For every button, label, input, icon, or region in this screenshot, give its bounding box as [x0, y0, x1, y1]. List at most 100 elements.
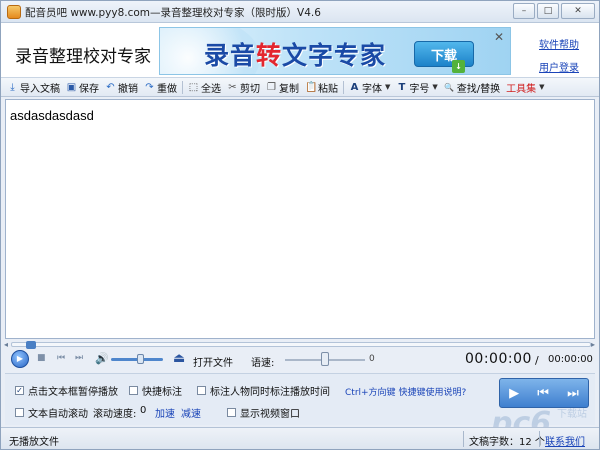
next-icon[interactable]: ⏭ — [75, 353, 83, 363]
minimize-button[interactable]: – — [513, 3, 535, 19]
cut-button[interactable]: ✂ 剪切 — [224, 80, 263, 95]
transcript-text[interactable]: asdasdasdasd — [10, 108, 94, 123]
show-video-label: 显示视频窗口 — [240, 409, 300, 420]
paste-button[interactable]: 📋 粘贴 — [302, 80, 341, 95]
stop-icon[interactable]: ■ — [37, 353, 46, 363]
quick-mark-checkbox[interactable] — [129, 386, 138, 395]
import-button[interactable]: ⤓ 导入文稿 — [4, 80, 63, 95]
app-icon — [7, 5, 21, 19]
status-divider — [539, 431, 540, 447]
redo-label: 重做 — [157, 83, 177, 95]
font-label: 字体 — [362, 83, 382, 95]
font-size-button[interactable]: T 字号 ▼ — [393, 80, 440, 95]
redo-icon: ↷ — [145, 81, 154, 93]
transcript-editor[interactable]: asdasdasdasd — [5, 99, 595, 339]
ad-banner[interactable]: 录音转文字专家 下载 ↓ ✕ — [159, 27, 511, 75]
time-separator: / — [535, 354, 539, 367]
pause-on-click-checkbox[interactable]: ✓ — [15, 386, 24, 395]
mark-speaker-time-checkbox[interactable] — [197, 386, 206, 395]
find-replace-label: 查找/替换 — [456, 83, 501, 95]
help-link[interactable]: 软件帮助 — [539, 36, 579, 51]
previous-icon[interactable]: ⏮ — [57, 353, 65, 363]
banner-close-icon[interactable]: ✕ — [494, 30, 504, 44]
quick-mark-label: 快捷标注 — [142, 387, 182, 398]
pause-on-click-option[interactable]: ✓ 点击文本框暂停播放 — [15, 383, 118, 398]
player-controls: ▶ ■ ⏮ ⏭ 🔊 ⏏ 打开文件 语速: 0 00:00:00 / 00:00:… — [5, 349, 595, 371]
redo-button[interactable]: ↷ 重做 — [141, 80, 180, 95]
show-video-checkbox[interactable] — [227, 408, 236, 417]
undo-label: 撤销 — [118, 83, 138, 95]
font-size-dropdown-icon: ▼ — [432, 83, 438, 91]
pause-on-click-label: 点击文本框暂停播放 — [28, 387, 118, 398]
scroll-speed-value: 0 — [140, 405, 147, 416]
toolbar: ⤓ 导入文稿 ▣ 保存 ↶ 撤销 ↷ 重做 ⬚ 全选 ✂ 剪切 ❐ 复制 📋 粘… — [1, 78, 599, 97]
mark-speaker-time-option[interactable]: 标注人物同时标注播放时间 — [197, 383, 330, 398]
undo-icon: ↶ — [106, 81, 115, 93]
total-time: 00:00:00 — [548, 354, 593, 365]
undo-button[interactable]: ↶ 撤销 — [102, 80, 141, 95]
app-name: 录音整理校对专家 — [15, 47, 151, 67]
speed-up-link[interactable]: 加速 — [155, 405, 175, 420]
font-size-icon: T — [398, 81, 406, 93]
font-dropdown-icon: ▼ — [385, 83, 391, 91]
volume-icon[interactable]: 🔊 — [95, 352, 109, 365]
seek-thumb[interactable] — [26, 341, 36, 349]
save-label: 保存 — [79, 83, 99, 95]
save-button[interactable]: ▣ 保存 — [63, 80, 102, 95]
banner-title-highlight: 转 — [256, 41, 283, 70]
find-replace-button[interactable]: 🔍 查找/替换 — [441, 80, 503, 95]
auto-scroll-label: 文本自动滚动 — [28, 409, 88, 420]
window-controls: – □ ✕ — [513, 3, 595, 19]
contact-us-link[interactable]: 联系我们 — [545, 433, 585, 448]
show-video-option[interactable]: 显示视频窗口 — [227, 405, 300, 420]
volume-thumb[interactable] — [137, 354, 144, 364]
paste-label: 粘贴 — [318, 83, 338, 95]
word-count: 文稿字数：12 个 — [469, 437, 545, 448]
paste-icon: 📋 — [305, 81, 318, 93]
font-size-label: 字号 — [409, 83, 430, 95]
eject-icon[interactable]: ⏏ — [173, 351, 185, 366]
maximize-button[interactable]: □ — [537, 3, 559, 19]
login-link[interactable]: 用户登录 — [539, 59, 579, 74]
hotkey-help[interactable]: Ctrl+方向键 快捷键使用说明? — [345, 385, 466, 398]
main-window: 配音员吧 www.pyy8.com—录音整理校对专家（限时版）V4.6 – □ … — [0, 0, 600, 450]
auto-scroll-option[interactable]: 文本自动滚动 — [15, 405, 88, 420]
copy-icon: ❐ — [267, 81, 276, 93]
close-button[interactable]: ✕ — [561, 3, 595, 19]
import-icon: ⤓ — [10, 81, 15, 93]
auto-scroll-checkbox[interactable] — [15, 408, 24, 417]
play-button[interactable]: ▶ — [11, 350, 29, 368]
cut-icon: ✂ — [228, 81, 237, 93]
seek-left-icon[interactable]: ◂ — [4, 340, 8, 349]
seek-bar[interactable] — [11, 341, 591, 349]
seek-right-icon[interactable]: ▸ — [591, 340, 595, 349]
speech-rate-label: 语速: — [251, 358, 275, 369]
window-title: 配音员吧 www.pyy8.com—录音整理校对专家（限时版）V4.6 — [25, 7, 321, 19]
find-replace-icon: 🔍 — [444, 82, 455, 92]
scroll-speed-label: 滚动速度: — [93, 409, 137, 420]
title-bar: 配音员吧 www.pyy8.com—录音整理校对专家（限时版）V4.6 – □ … — [1, 1, 599, 23]
font-button[interactable]: A 字体 ▼ — [346, 80, 393, 95]
select-all-icon: ⬚ — [188, 81, 199, 93]
toolbar-divider — [343, 80, 344, 94]
toolset-label: 工具集 — [506, 83, 537, 95]
download-button[interactable]: 下载 — [414, 41, 474, 67]
select-all-button[interactable]: ⬚ 全选 — [185, 80, 224, 95]
status-bar: 无播放文件 文稿字数：12 个 联系我们 — [1, 427, 599, 449]
header: 录音整理校对专家 录音转文字专家 下载 ↓ ✕ 软件帮助 用户登录 — [1, 23, 599, 78]
copy-label: 复制 — [279, 83, 299, 95]
mark-speaker-time-label: 标注人物同时标注播放时间 — [210, 387, 330, 398]
hotkey-help-link[interactable]: 快捷键使用说明? — [398, 388, 466, 398]
speech-rate-value: 0 — [369, 354, 375, 364]
quick-mark-option[interactable]: 快捷标注 — [129, 383, 182, 398]
hotkey-combo: Ctrl+方向键 — [345, 388, 396, 398]
copy-button[interactable]: ❐ 复制 — [263, 80, 302, 95]
open-file-button[interactable]: 打开文件 — [193, 354, 233, 369]
cut-label: 剪切 — [240, 83, 260, 95]
toolset-dropdown-icon: ▼ — [539, 83, 545, 91]
speed-down-link[interactable]: 减速 — [181, 405, 201, 420]
banner-title: 录音转文字专家 — [204, 36, 386, 72]
toolset-button[interactable]: 工具集 ▼ — [503, 80, 547, 95]
banner-title-part-b: 文字专家 — [282, 41, 387, 70]
speech-rate-thumb[interactable] — [321, 352, 329, 366]
